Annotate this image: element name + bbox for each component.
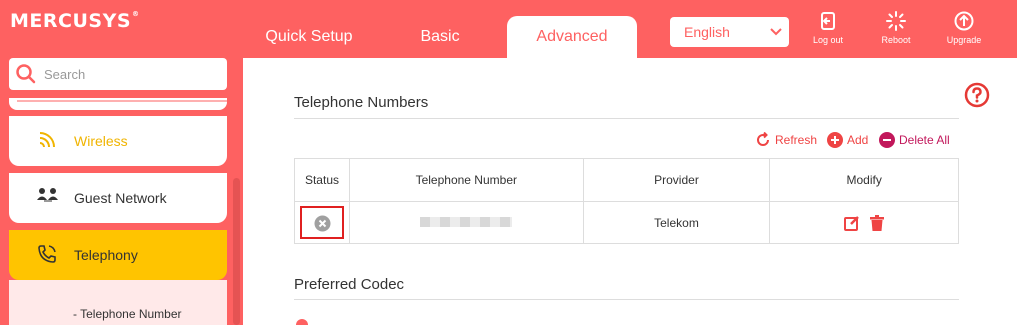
sidebar-item-label: Telephony [74,247,138,263]
telephone-numbers-table: Status Telephone Number Provider Modify … [294,158,959,244]
table-header-row: Status Telephone Number Provider Modify [294,158,959,202]
sidebar-subitem-telephone-number[interactable]: - Telephone Number [73,307,182,321]
column-header-modify: Modify [769,158,959,202]
help-icon[interactable] [964,82,990,108]
sidebar-item-label: Guest Network [74,190,167,206]
section-title-preferred-codec: Preferred Codec [294,276,405,293]
sidebar-scrollbar[interactable] [233,178,240,325]
sidebar-item-telephony[interactable]: Telephony [9,230,227,280]
reboot-icon [886,11,906,31]
telephone-number-cell [348,201,584,244]
sidebar-item-partial [9,98,227,110]
logout-button[interactable]: Log out [803,11,853,45]
divider [294,118,959,119]
add-button[interactable]: Add [827,132,868,148]
table-row: Telekom [294,201,959,244]
chevron-down-icon [770,28,782,36]
column-header-status: Status [294,158,350,202]
add-icon [827,132,843,148]
logo: MERCUSYS® [10,10,140,32]
sidebar-submenu: - Telephone Number [9,280,227,325]
logout-icon [821,12,835,30]
status-disabled-icon [314,215,331,232]
add-label: Add [847,133,869,147]
status-cell [294,201,350,244]
search-placeholder: Search [44,67,86,82]
edit-icon[interactable] [844,215,860,231]
divider [294,299,959,300]
provider-cell: Telekom [582,201,771,244]
refresh-icon [757,131,769,146]
logout-label: Log out [812,35,844,45]
refresh-button[interactable]: Refresh [755,131,818,148]
guest-network-icon [37,188,58,202]
masked-telephone-number [420,216,513,227]
sidebar-item-guest-network[interactable]: Guest Network [9,173,227,223]
tab-basic[interactable]: Basic [390,16,490,58]
remove-icon [879,132,895,148]
delete-all-button[interactable]: Delete All [879,132,950,148]
language-select[interactable]: English [670,17,789,47]
column-header-telephone-number: Telephone Number [348,158,584,202]
reboot-button[interactable]: Reboot [871,11,921,45]
upgrade-icon [954,11,974,31]
search-input[interactable]: Search [9,58,227,90]
search-icon [16,64,36,84]
upgrade-label: Upgrade [946,35,982,45]
upgrade-button[interactable]: Upgrade [939,11,989,45]
modify-cell [769,201,959,244]
tab-advanced[interactable]: Advanced [507,16,637,58]
sidebar-item-label: Wireless [74,133,128,149]
delete-all-label: Delete All [899,133,950,147]
language-value: English [684,24,730,40]
trash-icon[interactable] [869,214,884,231]
status-highlight [299,206,344,239]
phone-icon [38,245,56,263]
codec-radio[interactable] [296,319,308,325]
section-title-telephone-numbers: Telephone Numbers [294,94,429,111]
tab-quick-setup[interactable]: Quick Setup [244,16,374,58]
reboot-label: Reboot [881,35,911,45]
refresh-label: Refresh [775,133,818,147]
wireless-icon [39,132,55,148]
sidebar-item-wireless[interactable]: Wireless [9,116,227,166]
column-header-provider: Provider [582,158,771,202]
